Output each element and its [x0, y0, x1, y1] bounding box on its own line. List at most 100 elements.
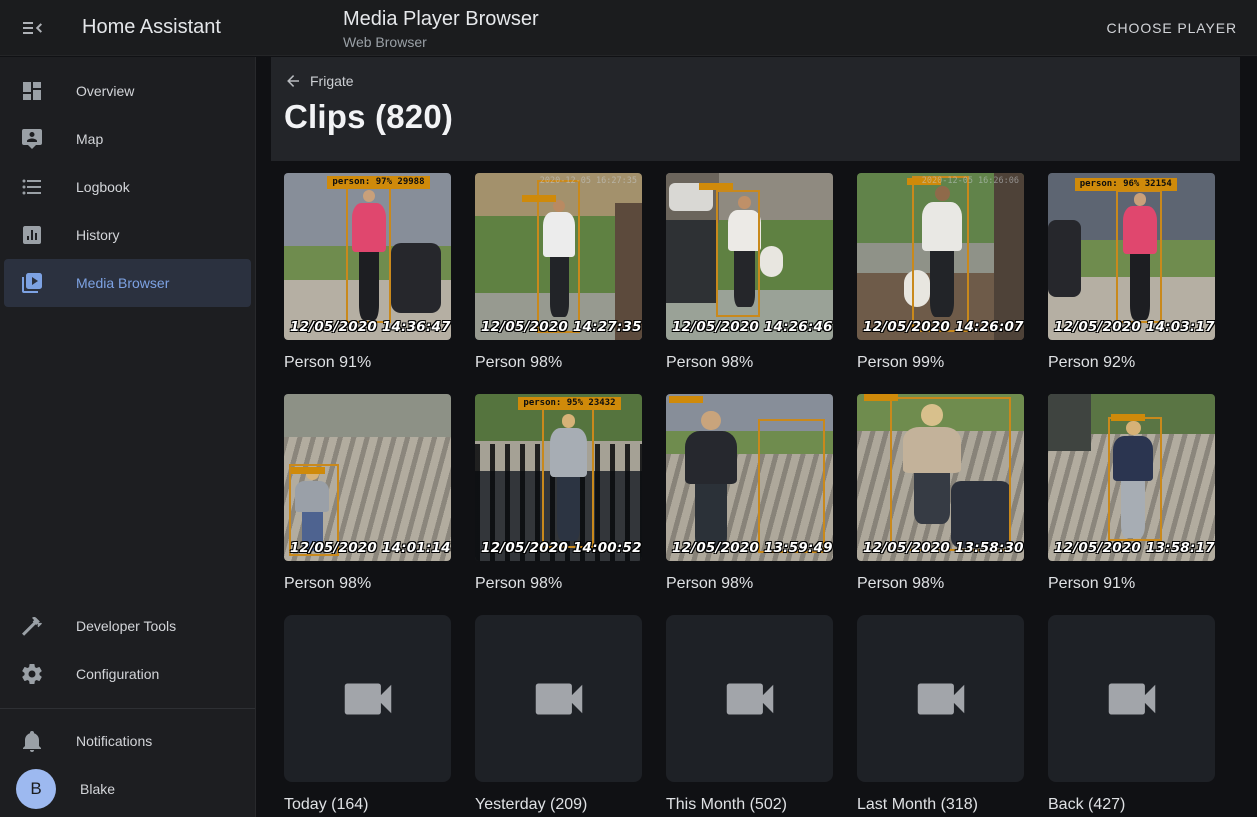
- chart-box-icon: [20, 223, 44, 247]
- detector-label-chip: person: 96% 32154: [1075, 178, 1177, 191]
- page-title: Clips (820): [284, 98, 1226, 136]
- media-browser-panel: Frigate Clips (820) person: 97% 29988 12/…: [257, 57, 1257, 817]
- video-camera-icon: [910, 668, 972, 730]
- clip-caption: Person 92%: [1048, 353, 1215, 372]
- sidebar-item-notifications[interactable]: Notifications: [4, 717, 251, 765]
- detection-bounding-box: [758, 419, 825, 553]
- detection-bounding-box: [537, 180, 580, 334]
- folder-thumbnail[interactable]: [475, 615, 642, 782]
- clip-thumbnail[interactable]: 12/05/2020 13:59:49: [666, 394, 833, 561]
- folder-thumbnail[interactable]: [1048, 615, 1215, 782]
- sidebar-item-label: Notifications: [76, 733, 152, 749]
- folder-card: Today (164): [284, 615, 451, 814]
- breadcrumb-back[interactable]: Frigate: [284, 72, 354, 90]
- sidebar-item-label: History: [76, 227, 120, 243]
- clip-timestamp-overlay: 12/05/2020 14:36:47: [290, 319, 451, 335]
- clip-thumbnail[interactable]: 12/05/2020 13:58:17: [1048, 394, 1215, 561]
- folder-thumbnail[interactable]: [666, 615, 833, 782]
- detector-label-chip: [522, 195, 556, 202]
- app-bar: Home Assistant Media Player Browser Web …: [0, 0, 1257, 56]
- sidebar-divider: [0, 708, 255, 709]
- scene-object: [760, 246, 783, 276]
- clip-card: person: 96% 3215412/05/2020 14:03:17 Per…: [1048, 173, 1215, 372]
- scene-object: [666, 220, 716, 304]
- media-grid: person: 97% 29988 12/05/2020 14:36:47 Per…: [284, 173, 1240, 814]
- detector-label-chip: person: 97% 29988: [327, 176, 429, 189]
- sidebar-item-label: Developer Tools: [76, 618, 176, 634]
- clip-thumbnail[interactable]: person: 95% 23432 12/05/2020 14:00:52: [475, 394, 642, 561]
- choose-player-button[interactable]: CHOOSE PLAYER: [1107, 20, 1237, 36]
- folder-thumbnail[interactable]: [857, 615, 1024, 782]
- sidebar-item-label: Media Browser: [76, 275, 169, 291]
- camera-osd-timestamp: 2020-12-05 16:26:06: [922, 176, 1019, 186]
- clip-card: 12/05/2020 14:01:14 Person 98%: [284, 394, 451, 593]
- scene-object: [994, 173, 1024, 340]
- detection-bounding-box: [890, 397, 1010, 551]
- clip-thumbnail[interactable]: 2020-12-05 16:27:3512/05/2020 14:27:35: [475, 173, 642, 340]
- hammer-icon: [20, 614, 44, 638]
- person-figure: [683, 411, 740, 551]
- detection-bounding-box: [912, 176, 969, 331]
- clip-thumbnail[interactable]: 12/05/2020 14:01:14: [284, 394, 451, 561]
- account-tooltip-icon: [20, 127, 44, 151]
- menu-open-button[interactable]: [18, 14, 46, 42]
- sidebar-item-media-browser[interactable]: Media Browser: [4, 259, 251, 307]
- folder-thumbnail[interactable]: [284, 615, 451, 782]
- menu-open-icon: [20, 16, 44, 40]
- detector-label-chip: [864, 394, 898, 401]
- media-browser-header: Frigate Clips (820): [271, 57, 1240, 161]
- sidebar-item-configuration[interactable]: Configuration: [4, 650, 251, 698]
- clip-timestamp-overlay: 12/05/2020 14:26:46: [672, 319, 833, 335]
- clip-thumbnail[interactable]: 2020-12-05 16:26:0612/05/2020 14:26:07: [857, 173, 1024, 340]
- clip-caption: Person 91%: [284, 353, 451, 372]
- detector-label-chip: [1111, 414, 1145, 421]
- folder-card: Back (427): [1048, 615, 1215, 814]
- clip-timestamp-overlay: 12/05/2020 14:00:52: [481, 540, 642, 556]
- sidebar-item-map[interactable]: Map: [4, 115, 251, 163]
- clip-caption: Person 99%: [857, 353, 1024, 372]
- sidebar-spacer: [0, 307, 255, 602]
- detection-bounding-box: [346, 186, 391, 323]
- sidebar-item-developer-tools[interactable]: Developer Tools: [4, 602, 251, 650]
- video-camera-icon: [337, 668, 399, 730]
- scene-object: [1048, 394, 1091, 451]
- detector-label-chip: person: 95% 23432: [518, 397, 620, 410]
- clip-thumbnail[interactable]: 12/05/2020 13:58:30: [857, 394, 1024, 561]
- folder-card: This Month (502): [666, 615, 833, 814]
- sidebar-item-label: Configuration: [76, 666, 159, 682]
- folder-caption: Last Month (318): [857, 795, 1024, 814]
- clip-card: 2020-12-05 16:26:0612/05/2020 14:26:07 P…: [857, 173, 1024, 372]
- detection-bounding-box: [716, 190, 759, 317]
- avatar: B: [16, 769, 56, 809]
- video-camera-icon: [528, 668, 590, 730]
- play-box-multiple-icon: [20, 271, 44, 295]
- folder-caption: Today (164): [284, 795, 451, 814]
- folder-caption: Back (427): [1048, 795, 1215, 814]
- detection-bounding-box: [1108, 417, 1161, 541]
- folder-caption: This Month (502): [666, 795, 833, 814]
- bell-icon: [20, 729, 44, 753]
- clip-caption: Person 98%: [666, 574, 833, 593]
- sidebar-item-logbook[interactable]: Logbook: [4, 163, 251, 211]
- scene-object: [391, 243, 441, 313]
- clip-timestamp-overlay: 12/05/2020 14:01:14: [290, 540, 451, 556]
- clip-caption: Person 98%: [666, 353, 833, 372]
- clip-thumbnail[interactable]: person: 97% 29988 12/05/2020 14:36:47: [284, 173, 451, 340]
- sidebar-item-label: Map: [76, 131, 103, 147]
- folder-card: Last Month (318): [857, 615, 1024, 814]
- clip-timestamp-overlay: 12/05/2020 14:27:35: [481, 319, 642, 335]
- clip-thumbnail[interactable]: person: 96% 3215412/05/2020 14:03:17: [1048, 173, 1215, 340]
- clip-card: 12/05/2020 14:26:46 Person 98%: [666, 173, 833, 372]
- sidebar-item-user-profile[interactable]: B Blake: [4, 765, 251, 813]
- sidebar-item-history[interactable]: History: [4, 211, 251, 259]
- sidebar-item-overview[interactable]: Overview: [4, 67, 251, 115]
- clip-caption: Person 98%: [857, 574, 1024, 593]
- sidebar-item-label: Logbook: [76, 179, 130, 195]
- clip-card: 12/05/2020 13:58:30 Person 98%: [857, 394, 1024, 593]
- video-camera-icon: [719, 668, 781, 730]
- scene-object: [1048, 220, 1081, 297]
- panel-title: Media Player Browser: [343, 8, 539, 31]
- clip-caption: Person 98%: [475, 574, 642, 593]
- clip-thumbnail[interactable]: 12/05/2020 14:26:46: [666, 173, 833, 340]
- sidebar-item-label: Overview: [76, 83, 134, 99]
